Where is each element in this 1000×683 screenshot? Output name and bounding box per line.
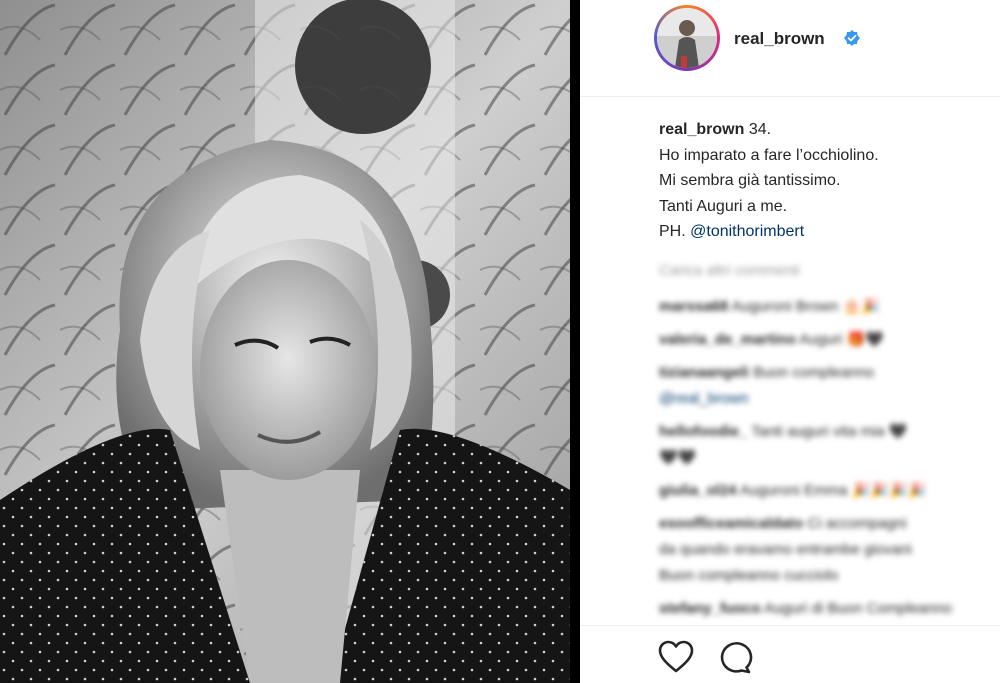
- comment-mention[interactable]: @real_brown: [659, 386, 999, 412]
- caption-line-3: Mi sembra già tantissimo.: [659, 172, 841, 189]
- comment-item: valeria_de_martino Auguri 🎁🖤: [659, 327, 999, 353]
- comments-list: Carica altri commenti marssa68 Auguroni …: [659, 258, 999, 629]
- actions-divider: [580, 625, 1000, 626]
- comment-username[interactable]: valeria_de_martino: [659, 331, 796, 348]
- caption-author[interactable]: real_brown: [659, 121, 744, 138]
- photo-divider: [570, 0, 580, 683]
- comment-username[interactable]: giulia_ol24: [659, 482, 737, 499]
- comment-item: stefany_fuoco Auguri di Buon Compleanno: [659, 596, 999, 622]
- caption-line-4: Tanti Auguri a me.: [659, 197, 788, 215]
- caption-line-2: Ho imparato a fare l’occhiolino.: [659, 146, 879, 164]
- comment-item: tizianaangeli Buon compleanno: [659, 360, 999, 386]
- comment-item: esoofficeamicaldato Ci accompagni: [659, 511, 999, 537]
- portrait-photo: [0, 0, 570, 683]
- caption-mention-link[interactable]: @tonithorimbert: [690, 223, 804, 240]
- comment-text: Auguri 🎁🖤: [799, 331, 884, 348]
- comment-username[interactable]: hellofoodie_: [659, 423, 747, 440]
- comment-username[interactable]: stefany_fuoco: [659, 600, 761, 617]
- avatar[interactable]: [654, 5, 720, 71]
- comment-item: marssa68 Auguroni Brown 🎂🎉: [659, 294, 999, 320]
- comment-username[interactable]: tizianaangeli: [659, 364, 749, 381]
- comment-username[interactable]: marssa68: [659, 298, 728, 315]
- post-panel: real_brown real_brown 34. Ho imparato a …: [580, 0, 1000, 683]
- caption-ph-label: PH.: [659, 223, 686, 240]
- post-caption: real_brown 34. Ho imparato a fare l’occh…: [659, 117, 989, 245]
- load-more-comments-link[interactable]: Carica altri commenti: [659, 258, 999, 284]
- comment-text: Auguroni Emma 🎉🎉🎉🎉: [739, 482, 927, 499]
- comment-text: Auguroni Brown 🎂🎉: [731, 298, 880, 315]
- verified-badge-icon: [844, 30, 860, 46]
- heart-icon[interactable]: [658, 640, 694, 679]
- comment-text-continued: Buon compleanno cucciolo: [659, 567, 839, 584]
- caption-line-1: real_brown 34.: [659, 117, 989, 143]
- caption-text-1: 34.: [748, 121, 772, 138]
- comment-text: Buon compleanno: [753, 364, 875, 381]
- comment-item: giulia_ol24 Auguroni Emma 🎉🎉🎉🎉: [659, 478, 999, 504]
- comment-text: Tanti auguri vita mia 🖤: [751, 423, 908, 440]
- comment-text: Ci accompagni: [807, 515, 907, 532]
- comment-username[interactable]: esoofficeamicaldato: [659, 515, 803, 532]
- header-username[interactable]: real_brown: [734, 29, 825, 49]
- caption-line-5: PH. @tonithorimbert: [659, 219, 989, 245]
- comment-text: Auguri di Buon Compleanno: [764, 600, 952, 617]
- comment-text-continued: da quando eravamo entrambe giovani: [659, 541, 912, 558]
- comment-item: hellofoodie_ Tanti auguri vita mia 🖤: [659, 419, 999, 445]
- post-photo[interactable]: [0, 0, 570, 683]
- comment-text-continued: 🖤🖤: [659, 449, 697, 466]
- comment-icon[interactable]: [717, 640, 753, 679]
- avatar-image: [657, 8, 717, 68]
- post-header: real_brown: [580, 0, 1000, 97]
